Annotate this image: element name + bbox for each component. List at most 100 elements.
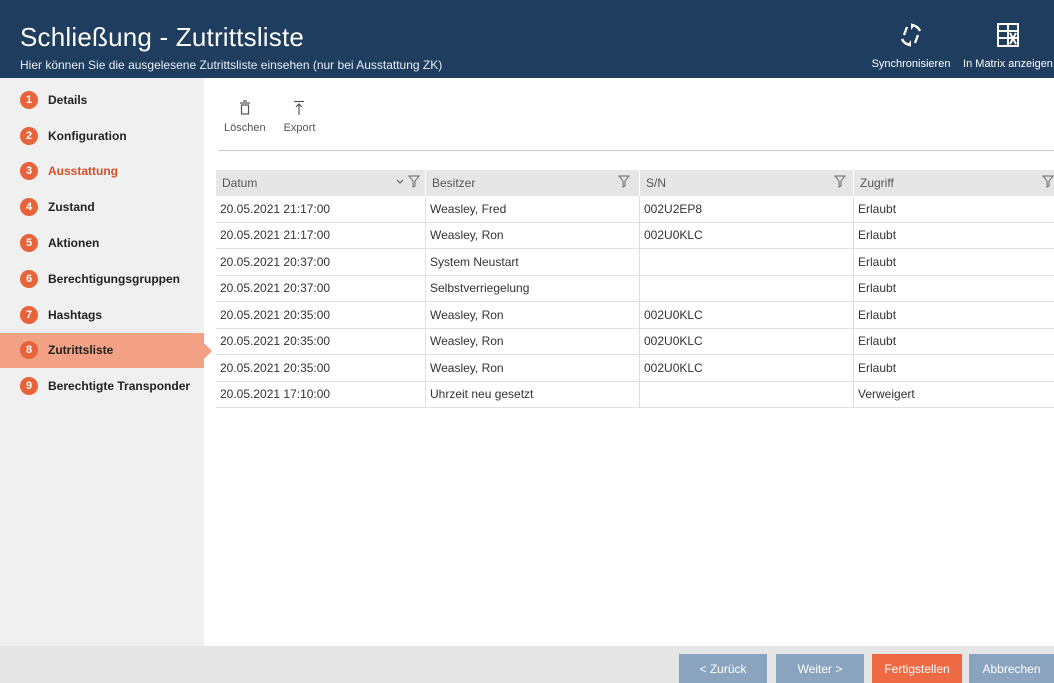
cell-zugriff: Verweigert xyxy=(858,387,915,402)
cell-sn xyxy=(640,275,854,301)
step-number: 1 xyxy=(20,90,38,109)
table-row[interactable]: 20.05.2021 20:35:00 Weasley, Ron 002U0KL… xyxy=(216,355,1054,382)
cell-zugriff: Erlaubt xyxy=(858,281,897,296)
access-list-table: Datum Besitzer S/N Zugriff 20.05.2021 21… xyxy=(216,170,1054,408)
matrix-icon xyxy=(997,23,1019,47)
cell-datum: 20.05.2021 17:10:00 xyxy=(216,381,426,407)
cell-datum: 20.05.2021 20:35:00 xyxy=(216,328,426,354)
table-header: Datum Besitzer S/N Zugriff xyxy=(216,170,1054,196)
cell-besitzer: Uhrzeit neu gesetzt xyxy=(426,381,640,407)
export-label: Export xyxy=(283,122,316,134)
sidebar-item-label: Aktionen xyxy=(48,236,100,251)
filter-icon[interactable] xyxy=(1042,175,1054,188)
cell-datum: 20.05.2021 20:35:00 xyxy=(216,355,426,381)
sidebar-item-aktionen[interactable]: 5 Aktionen xyxy=(0,225,204,261)
filter-icon[interactable] xyxy=(834,175,846,188)
cell-sn: 002U0KLC xyxy=(640,328,854,354)
sidebar-item-label: Berechtigungsgruppen xyxy=(48,271,181,286)
cell-zugriff: Erlaubt xyxy=(858,201,897,216)
sidebar-item-berechtigte-transponder[interactable]: 9 Berechtigte Transponder xyxy=(0,368,204,404)
footer-bar: < Zurück Weiter > Fertigstellen Abbreche… xyxy=(0,646,1054,683)
sidebar-item-label: Konfiguration xyxy=(48,128,127,143)
cell-besitzer: System Neustart xyxy=(426,249,640,275)
cell-besitzer: Selbstverriegelung xyxy=(426,275,640,301)
table-row[interactable]: 20.05.2021 20:37:00 Selbstverriegelung E… xyxy=(216,275,1054,302)
show-in-matrix-button[interactable]: In Matrix anzeigen xyxy=(958,22,1054,70)
cell-besitzer: Weasley, Ron xyxy=(426,222,640,248)
export-icon xyxy=(294,100,305,115)
sidebar-item-hashtags[interactable]: 7 Hashtags xyxy=(0,297,204,333)
step-number: 5 xyxy=(20,234,38,253)
sidebar-item-label: Zutrittsliste xyxy=(48,343,114,358)
table-row[interactable]: 20.05.2021 20:35:00 Weasley, Ron 002U0KL… xyxy=(216,302,1054,329)
column-header-zugriff[interactable]: Zugriff xyxy=(854,170,1054,196)
header-bar: Schließung - Zutrittsliste Hier können S… xyxy=(0,0,1054,78)
finish-button[interactable]: Fertigstellen xyxy=(872,654,962,683)
cell-zugriff: Erlaubt xyxy=(858,254,897,269)
step-number: 7 xyxy=(20,305,38,324)
column-header-sn[interactable]: S/N xyxy=(640,170,854,196)
step-number: 4 xyxy=(20,198,38,217)
sidebar-item-label: Hashtags xyxy=(48,307,103,322)
step-number: 9 xyxy=(20,377,38,396)
filter-icon[interactable] xyxy=(618,175,630,188)
delete-label: Löschen xyxy=(224,122,266,134)
cell-datum: 20.05.2021 20:37:00 xyxy=(216,275,426,301)
sidebar-item-label: Berechtigte Transponder xyxy=(48,379,191,394)
step-number: 6 xyxy=(20,269,38,288)
cell-zugriff: Erlaubt xyxy=(858,360,897,375)
cell-zugriff: Erlaubt xyxy=(858,334,897,349)
cell-sn: 002U2EP8 xyxy=(640,196,854,222)
back-button[interactable]: < Zurück xyxy=(679,654,767,683)
cell-sn: 002U0KLC xyxy=(640,222,854,248)
page-title: Schließung - Zutrittsliste xyxy=(20,22,305,52)
cell-sn xyxy=(640,249,854,275)
table-row[interactable]: 20.05.2021 20:35:00 Weasley, Ron 002U0KL… xyxy=(216,328,1054,355)
cell-besitzer: Weasley, Fred xyxy=(426,196,640,222)
sidebar-item-label: Zustand xyxy=(48,200,95,215)
sidebar-item-ausstattung[interactable]: 3 Ausstattung xyxy=(0,154,204,190)
synchronize-button[interactable]: Synchronisieren xyxy=(866,22,956,70)
column-header-besitzer[interactable]: Besitzer xyxy=(426,170,640,196)
toolbar: Löschen Export xyxy=(218,100,327,150)
next-button[interactable]: Weiter > xyxy=(776,654,864,683)
cell-zugriff: Erlaubt xyxy=(858,307,897,322)
column-header-datum[interactable]: Datum xyxy=(216,170,426,196)
sidebar-item-zutrittsliste[interactable]: 8 Zutrittsliste xyxy=(0,332,212,369)
sidebar: 1 Details 2 Konfiguration 3 Ausstattung … xyxy=(0,78,212,646)
table-row[interactable]: 20.05.2021 21:17:00 Weasley, Fred 002U2E… xyxy=(216,196,1054,223)
trash-icon xyxy=(239,100,250,115)
cell-sn: 002U0KLC xyxy=(640,355,854,381)
show-in-matrix-label: In Matrix anzeigen xyxy=(963,58,1053,70)
table-row[interactable]: 20.05.2021 17:10:00 Uhrzeit neu gesetzt … xyxy=(216,381,1054,408)
table-row[interactable]: 20.05.2021 21:17:00 Weasley, Ron 002U0KL… xyxy=(216,222,1054,249)
filter-icon[interactable] xyxy=(408,175,420,188)
step-number: 2 xyxy=(20,126,38,145)
sort-descending-icon[interactable] xyxy=(396,179,404,185)
table-row[interactable]: 20.05.2021 20:37:00 System Neustart Erla… xyxy=(216,249,1054,276)
sidebar-item-berechtigungsgruppen[interactable]: 6 Berechtigungsgruppen xyxy=(0,261,204,297)
sidebar-item-zustand[interactable]: 4 Zustand xyxy=(0,189,204,225)
step-number: 3 xyxy=(20,162,38,181)
sidebar-item-label: Ausstattung xyxy=(48,164,118,179)
toolbar-divider xyxy=(218,150,1054,151)
page-subtitle: Hier können Sie die ausgelesene Zutritts… xyxy=(20,58,443,72)
sidebar-item-konfiguration[interactable]: 2 Konfiguration xyxy=(0,118,204,154)
step-number: 8 xyxy=(20,341,38,360)
sidebar-item-details[interactable]: 1 Details xyxy=(0,82,204,118)
synchronize-label: Synchronisieren xyxy=(871,58,951,70)
cell-datum: 20.05.2021 21:17:00 xyxy=(216,222,426,248)
delete-button[interactable]: Löschen xyxy=(218,100,272,150)
cell-besitzer: Weasley, Ron xyxy=(426,328,640,354)
cell-besitzer: Weasley, Ron xyxy=(426,355,640,381)
cell-zugriff: Erlaubt xyxy=(858,228,897,243)
app-window: Schließung - Zutrittsliste Hier können S… xyxy=(0,0,1054,683)
cell-sn xyxy=(640,381,854,407)
export-button[interactable]: Export xyxy=(278,100,322,150)
sync-icon xyxy=(900,23,922,47)
cell-datum: 20.05.2021 20:37:00 xyxy=(216,249,426,275)
cell-sn: 002U0KLC xyxy=(640,302,854,328)
cell-besitzer: Weasley, Ron xyxy=(426,302,640,328)
cancel-button[interactable]: Abbrechen xyxy=(969,654,1054,683)
sidebar-item-label: Details xyxy=(48,92,88,107)
